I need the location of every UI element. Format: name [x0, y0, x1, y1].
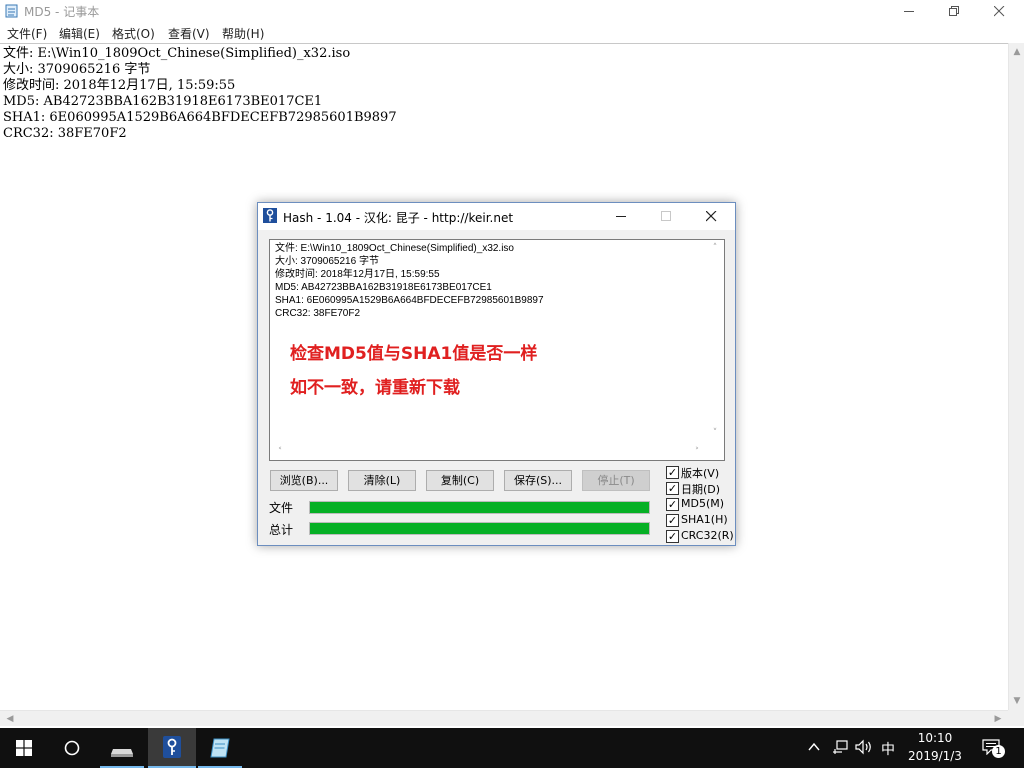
checkbox-label: MD5(M) — [681, 497, 725, 510]
annotation-redownload: 如不一致，请重新下载 — [290, 378, 460, 398]
text-line: 修改时间: 2018年12月17日, 15:59:55 — [3, 78, 236, 93]
file-progress-fill — [310, 502, 649, 513]
stop-button: 停止(T) — [582, 470, 650, 491]
show-hidden-icons-button[interactable] — [808, 740, 820, 756]
scroll-right-icon[interactable]: ▶ — [990, 711, 1006, 727]
notepad-text: 文件: E:\Win10_1809Oct_Chinese(Simplified)… — [3, 46, 397, 142]
close-icon — [705, 210, 716, 222]
text-line: SHA1: 6E060995A1529B6A664BFDECEFB7298560… — [3, 110, 397, 125]
scrollbar-corner — [1008, 710, 1024, 726]
hash-results-box[interactable]: 文件: E:\Win10_1809Oct_Chinese(Simplified)… — [269, 239, 725, 461]
notification-count-badge: 1 — [992, 745, 1005, 758]
menu-file[interactable]: 文件(F) — [7, 25, 47, 42]
result-line: 大小: 3709065216 字节 — [275, 256, 379, 267]
result-line: MD5: AB42723BBA162B31918E6173BE017CE1 — [275, 282, 492, 293]
checkmark-icon: ✓ — [666, 466, 679, 479]
hash-minimize-button[interactable] — [599, 203, 643, 230]
menu-view[interactable]: 查看(V) — [168, 25, 210, 42]
clock-time[interactable]: 10:10 — [904, 731, 966, 745]
notepad-icon — [210, 738, 230, 758]
hash-title: Hash - 1.04 - 汉化: 昆子 - http://keir.net — [283, 211, 514, 225]
text-line: 大小: 3709065216 字节 — [3, 62, 151, 77]
result-line: 修改时间: 2018年12月17日, 15:59:55 — [275, 269, 440, 280]
total-progress-fill — [310, 523, 649, 534]
action-center-button[interactable]: 1 — [982, 738, 1008, 760]
hash-close-button[interactable] — [689, 203, 733, 230]
checkbox-label: 日期(D) — [681, 483, 721, 496]
taskbar-app-hash[interactable] — [148, 728, 196, 768]
restore-icon — [948, 6, 959, 16]
maximize-icon — [660, 211, 671, 221]
taskbar-app-drive[interactable] — [100, 728, 144, 768]
scroll-up-icon[interactable]: ˄ — [707, 240, 723, 256]
file-progress-label: 文件 — [269, 501, 294, 515]
key-icon — [163, 736, 181, 758]
scroll-down-icon[interactable]: ▼ — [1009, 693, 1024, 709]
copy-button[interactable]: 复制(C) — [426, 470, 494, 491]
checkbox-label: CRC32(R) — [681, 529, 734, 542]
checkbox-label: 版本(V) — [681, 467, 720, 480]
ime-indicator[interactable]: 中 — [881, 739, 895, 759]
annotation-check-hashes: 检查MD5值与SHA1值是否一样 — [290, 344, 538, 364]
network-button[interactable] — [832, 739, 848, 759]
horizontal-scrollbar[interactable]: ◀ ▶ — [0, 710, 1008, 726]
start-button[interactable] — [0, 728, 48, 768]
close-icon — [993, 5, 1004, 17]
notepad-title-bar[interactable]: MD5 - 记事本 — [0, 0, 1024, 22]
taskbar-app-notepad[interactable] — [198, 728, 242, 768]
browse-button[interactable]: 浏览(B)... — [270, 470, 338, 491]
results-vertical-scrollbar[interactable]: ˄ ˅ — [707, 240, 724, 444]
clock-date[interactable]: 2019/1/3 — [904, 749, 966, 763]
menu-help[interactable]: 帮助(H) — [222, 25, 264, 42]
scroll-right-icon[interactable]: ˃ — [689, 444, 705, 460]
speaker-icon — [855, 739, 871, 755]
clear-button[interactable]: 清除(L) — [348, 470, 416, 491]
hash-maximize-button — [644, 203, 688, 230]
cortana-button[interactable] — [48, 728, 96, 768]
vertical-scrollbar[interactable]: ▲ ▼ — [1008, 43, 1024, 710]
restore-button[interactable] — [931, 0, 977, 22]
notepad-app-icon — [5, 4, 18, 18]
menu-format[interactable]: 格式(O) — [112, 25, 155, 42]
cortana-circle-icon — [64, 740, 80, 756]
result-line: SHA1: 6E060995A1529B6A664BFDECEFB7298560… — [275, 295, 544, 306]
hash-dialog: Hash - 1.04 - 汉化: 昆子 - http://keir.net 文… — [257, 202, 736, 546]
result-line: 文件: E:\Win10_1809Oct_Chinese(Simplified)… — [275, 243, 514, 254]
checkmark-icon: ✓ — [666, 498, 679, 511]
file-progress-bar — [309, 501, 650, 514]
checkbox-label: SHA1(H) — [681, 513, 728, 526]
minimize-icon — [903, 11, 914, 12]
save-button[interactable]: 保存(S)... — [504, 470, 572, 491]
scroll-down-icon[interactable]: ˅ — [707, 425, 723, 441]
notepad-title: MD5 - 记事本 — [24, 5, 100, 19]
minimize-icon — [615, 216, 626, 217]
notepad-menu-bar: 文件(F) 编辑(E) 格式(O) 查看(V) 帮助(H) — [0, 23, 1024, 42]
checkmark-icon: ✓ — [666, 482, 679, 495]
chevron-up-icon — [808, 742, 820, 751]
text-line: CRC32: 38FE70F2 — [3, 126, 127, 141]
text-line: MD5: AB42723BBA162B31918E6173BE017CE1 — [3, 94, 323, 109]
scroll-left-icon[interactable]: ˂ — [272, 444, 288, 460]
checkmark-icon: ✓ — [666, 530, 679, 543]
scroll-up-icon[interactable]: ▲ — [1009, 44, 1024, 60]
taskbar: 中 10:10 2019/1/3 1 — [0, 728, 1024, 768]
minimize-button[interactable] — [886, 0, 932, 22]
result-line: CRC32: 38FE70F2 — [275, 308, 361, 319]
menu-edit[interactable]: 编辑(E) — [59, 25, 100, 42]
key-icon — [263, 208, 277, 223]
volume-button[interactable] — [855, 739, 873, 759]
drive-icon — [111, 749, 133, 757]
total-progress-bar — [309, 522, 650, 535]
checkmark-icon: ✓ — [666, 514, 679, 527]
network-icon — [833, 740, 848, 754]
results-horizontal-scrollbar[interactable]: ˂ ˃ — [270, 444, 707, 460]
text-line: 文件: E:\Win10_1809Oct_Chinese(Simplified)… — [3, 46, 351, 61]
scroll-left-icon[interactable]: ◀ — [2, 711, 18, 727]
hash-title-bar[interactable]: Hash - 1.04 - 汉化: 昆子 - http://keir.net — [258, 203, 735, 230]
close-button[interactable] — [976, 0, 1022, 22]
hash-results-text: 文件: E:\Win10_1809Oct_Chinese(Simplified)… — [275, 242, 544, 320]
total-progress-label: 总计 — [269, 523, 294, 537]
windows-logo-icon — [16, 740, 32, 756]
